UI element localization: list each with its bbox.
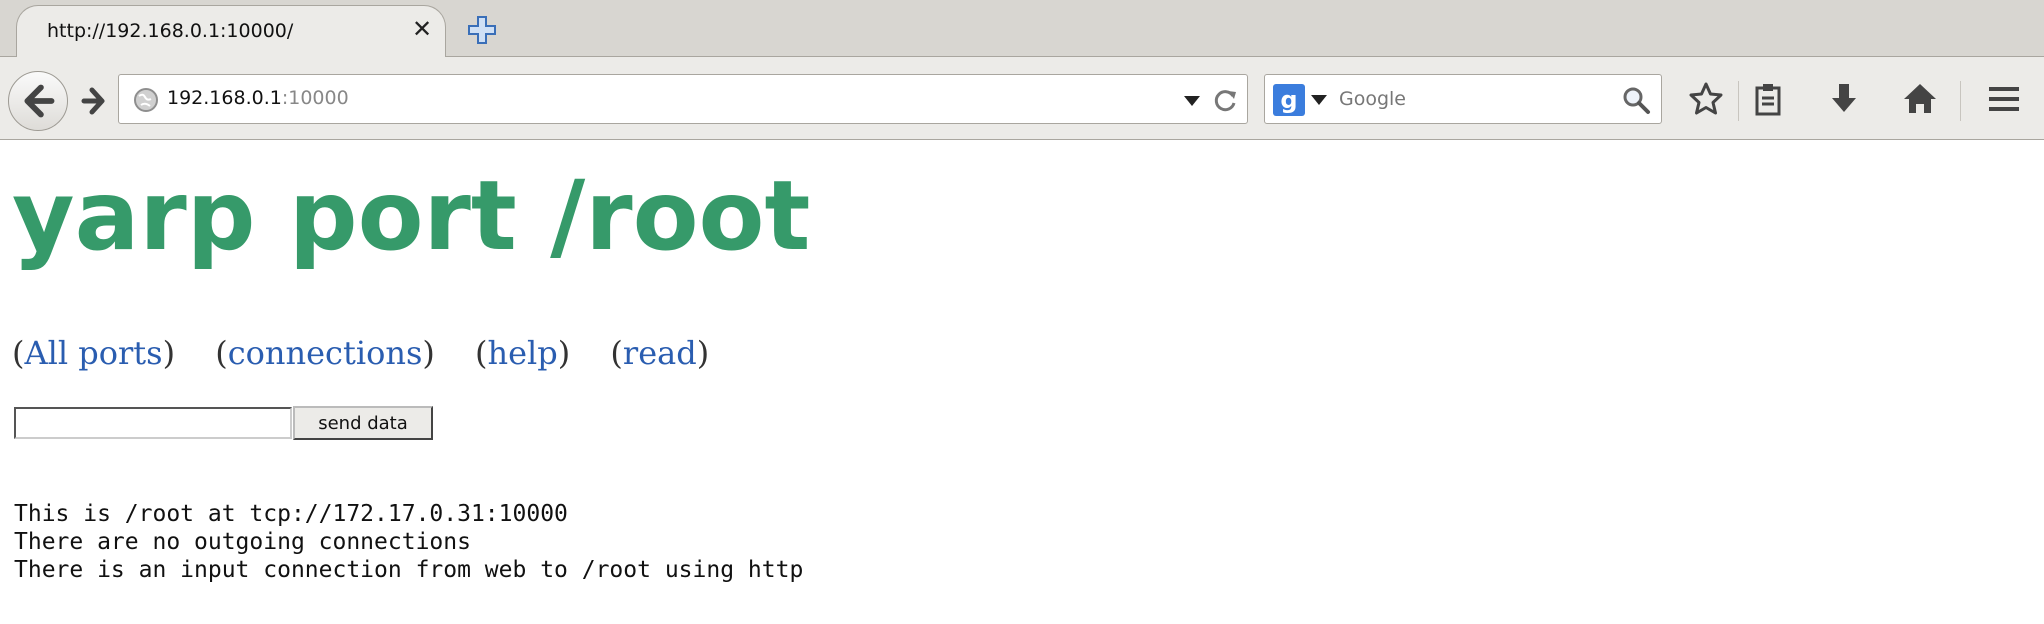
search-bar[interactable]: g Google (1264, 74, 1662, 124)
info-line-outgoing: There are no outgoing connections (14, 529, 471, 555)
search-input[interactable]: Google (1339, 88, 1406, 110)
back-button[interactable] (8, 71, 68, 131)
toolbar-divider (1960, 81, 1961, 121)
port-info: This is /root at tcp://172.17.0.31:10000… (14, 500, 803, 584)
link-read[interactable]: read (623, 334, 697, 372)
url-host: 192.168.0.1 (167, 87, 282, 109)
info-line-input: There is an input connection from web to… (14, 557, 804, 583)
active-tab[interactable]: http://192.168.0.1:10000/ ✕ (16, 5, 446, 58)
back-arrow-icon (24, 84, 55, 118)
info-line-address: This is /root at tcp://172.17.0.31:10000 (14, 501, 568, 527)
url-bar[interactable]: 192.168.0.1:10000 (118, 74, 1248, 124)
clipboard-icon[interactable] (1748, 79, 1788, 119)
url-port: :10000 (281, 87, 349, 109)
search-engine-dropdown-icon[interactable] (1309, 89, 1329, 109)
reload-icon[interactable] (1213, 87, 1239, 113)
hamburger-menu-icon[interactable] (1984, 79, 2024, 119)
home-icon[interactable] (1900, 79, 1940, 119)
download-arrow-icon[interactable] (1824, 79, 1864, 119)
navigation-bar: 192.168.0.1:10000 g Google (0, 57, 2044, 140)
toolbar-divider (1738, 81, 1739, 121)
url-text[interactable]: 192.168.0.1:10000 (167, 87, 349, 109)
send-data-input[interactable] (14, 407, 292, 439)
forward-arrow-icon[interactable] (72, 80, 116, 122)
close-icon[interactable]: ✕ (409, 16, 435, 42)
magnifier-icon[interactable] (1621, 85, 1651, 115)
link-all-ports[interactable]: All ports (24, 334, 162, 372)
port-nav-links: (All ports) (connections) (help) (read) (12, 334, 710, 372)
link-connections[interactable]: connections (228, 334, 423, 372)
star-icon[interactable] (1686, 79, 1726, 119)
google-icon[interactable]: g (1273, 84, 1305, 116)
tab-strip: http://192.168.0.1:10000/ ✕ (0, 0, 2044, 58)
dropdown-arrow-icon[interactable] (1181, 89, 1203, 111)
plus-icon[interactable] (466, 14, 498, 46)
page-title: yarp port /root (12, 160, 811, 272)
globe-icon (134, 88, 158, 112)
send-data-button[interactable]: send data (293, 406, 433, 440)
link-help[interactable]: help (488, 334, 558, 372)
tab-title: http://192.168.0.1:10000/ (47, 20, 294, 42)
